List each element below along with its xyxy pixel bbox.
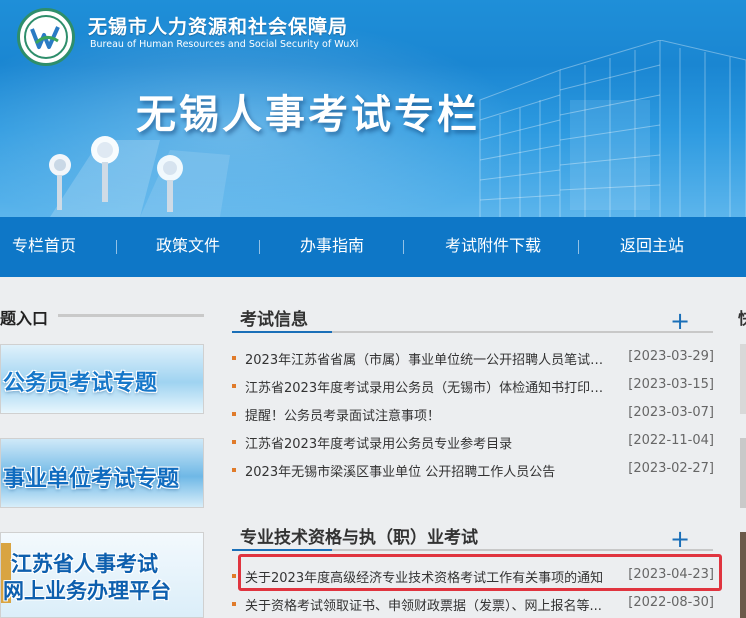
news-item[interactable]: 2023年无锡市梁溪区事业单位 公开招聘工作人员公告 [2023-02-27] [232,459,714,481]
news-item[interactable]: 江苏省2023年度考试录用公务员专业参考目录 [2022-11-04] [232,431,714,453]
news-item[interactable]: 2023年江苏省省属（市属）事业单位统一公开招聘人员笔试 ... [2023-0… [232,347,714,369]
logo-mark-icon [30,26,60,49]
news-date: [2023-03-07] [628,405,714,420]
bullet-icon [232,356,236,360]
section-divider [58,314,204,317]
exam-info-more-icon[interactable]: + [670,309,690,333]
news-date: [2023-03-29] [628,349,714,364]
civil-servant-exam-banner[interactable]: 公务员考试专题 [0,344,204,414]
org-name-en: Bureau of Human Resources and Social Sec… [90,39,359,50]
right-section-title: 快 [738,305,746,329]
org-name-cn: 无锡市人力资源和社会保障局 [88,16,349,38]
section-divider [232,549,713,551]
public-institution-exam-banner[interactable]: 事业单位考试专题 [0,438,204,508]
news-item[interactable]: 江苏省2023年度考试录用公务员（无锡市）体检通知书打印入... [2023-0… [232,375,714,397]
news-date: [2022-11-04] [628,433,714,448]
bullet-icon [232,384,236,388]
bullet-icon [232,412,236,416]
news-title[interactable]: 2023年江苏省省属（市属）事业单位统一公开招聘人员笔试 ... [245,349,605,368]
nav-item-main-site[interactable]: 返回主站 [620,217,684,277]
nav-item-guide[interactable]: 办事指南 [300,217,364,277]
nav-item-downloads[interactable]: 考试附件下载 [445,217,541,277]
bullet-icon [232,602,236,606]
news-title[interactable]: 2023年无锡市梁溪区事业单位 公开招聘工作人员公告 [245,461,605,480]
online-service-platform-banner[interactable]: 江苏省人事考试 网上业务办理平台 [0,532,204,618]
special-entry-title: 题入口 [0,309,49,328]
promo-text: 公务员考试专题 [3,371,158,396]
news-item[interactable]: 关于资格考试领取证书、申领财政票据（发票）、网上报名等... [2022-08-… [232,593,714,615]
bullet-icon [232,574,236,578]
news-item[interactable]: 提醒！公务员考录面试注意事项！ [2023-03-07] [232,403,714,425]
exam-info-title: 考试信息 [240,310,308,330]
promo-text-line1: 江苏省人事考试 [11,552,158,576]
news-title[interactable]: 江苏省2023年度考试录用公务员（无锡市）体检通知书打印入... [245,377,605,396]
bullet-icon [232,440,236,444]
right-banner[interactable] [740,344,746,414]
promo-text-line2: 网上业务办理平台 [3,579,171,603]
header-banner: 无锡市人力资源和社会保障局 Bureau of Human Resources … [0,0,746,217]
right-banner[interactable] [740,438,746,508]
promo-text: 事业单位考试专题 [3,467,180,492]
bullet-icon [232,468,236,472]
nav-item-home[interactable]: 专栏首页 [12,217,76,277]
news-date: [2023-03-15] [628,377,714,392]
nav-separator [259,240,260,254]
nav-separator [116,240,117,254]
bureau-logo[interactable] [17,8,75,66]
section-divider [232,331,713,333]
main-nav: 专栏首页 政策文件 办事指南 考试附件下载 返回主站 [0,217,746,277]
news-date: [2022-08-30] [628,595,714,610]
right-banner[interactable] [740,532,746,618]
news-title[interactable]: 江苏省2023年度考试录用公务员专业参考目录 [245,433,605,452]
highlight-box [238,554,722,591]
banner-title: 无锡人事考试专栏 [136,92,480,138]
nav-separator [403,240,404,254]
qualification-exam-title: 专业技术资格与执（职）业考试 [240,528,478,548]
qualification-more-icon[interactable]: + [670,527,690,551]
news-date: [2023-02-27] [628,461,714,476]
news-title[interactable]: 关于资格考试领取证书、申领财政票据（发票）、网上报名等... [245,595,605,614]
nav-separator [578,240,579,254]
nav-item-policy[interactable]: 政策文件 [156,217,220,277]
news-title[interactable]: 提醒！公务员考录面试注意事项！ [245,405,605,424]
